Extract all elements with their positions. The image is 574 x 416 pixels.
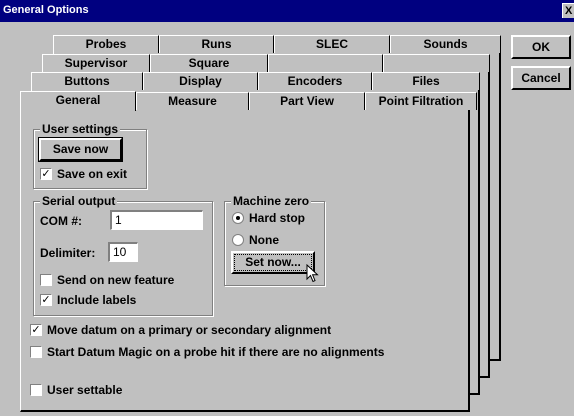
hard-stop-label[interactable]: Hard stop bbox=[249, 211, 305, 225]
machine-zero-title: Machine zero bbox=[231, 194, 312, 208]
send-on-new-feature-checkbox[interactable] bbox=[40, 274, 52, 286]
general-tab-content: User settings Save now ✓ Save on exit Se… bbox=[0, 0, 574, 416]
delimiter-label: Delimiter: bbox=[40, 246, 96, 260]
start-datum-magic-label[interactable]: Start Datum Magic on a probe hit if ther… bbox=[47, 345, 384, 359]
save-on-exit-label[interactable]: Save on exit bbox=[57, 167, 127, 181]
save-now-label: Save now bbox=[52, 142, 109, 156]
user-settable-checkbox[interactable] bbox=[30, 384, 42, 396]
save-now-button[interactable]: Save now bbox=[38, 137, 123, 162]
com-label: COM #: bbox=[40, 214, 82, 228]
mouse-pointer-icon bbox=[306, 264, 319, 283]
set-now-button[interactable]: Set now... bbox=[231, 251, 315, 274]
save-on-exit-checkbox[interactable]: ✓ bbox=[40, 168, 52, 180]
none-label[interactable]: None bbox=[249, 233, 279, 247]
include-labels-label[interactable]: Include labels bbox=[57, 293, 136, 307]
user-settings-title: User settings bbox=[40, 122, 121, 136]
delimiter-input[interactable]: 10 bbox=[108, 242, 138, 262]
hard-stop-radio[interactable] bbox=[232, 212, 244, 224]
com-input[interactable]: 1 bbox=[110, 210, 203, 230]
include-labels-checkbox[interactable]: ✓ bbox=[40, 294, 52, 306]
none-radio[interactable] bbox=[232, 234, 244, 246]
general-options-dialog: General Options X Probes Runs SLEC Sound… bbox=[0, 0, 574, 416]
send-on-new-feature-label[interactable]: Send on new feature bbox=[57, 273, 174, 287]
user-settable-label[interactable]: User settable bbox=[47, 383, 122, 397]
move-datum-label[interactable]: Move datum on a primary or secondary ali… bbox=[47, 323, 331, 337]
serial-output-title: Serial output bbox=[40, 194, 118, 208]
start-datum-magic-checkbox[interactable] bbox=[30, 346, 42, 358]
move-datum-checkbox[interactable]: ✓ bbox=[30, 324, 42, 336]
